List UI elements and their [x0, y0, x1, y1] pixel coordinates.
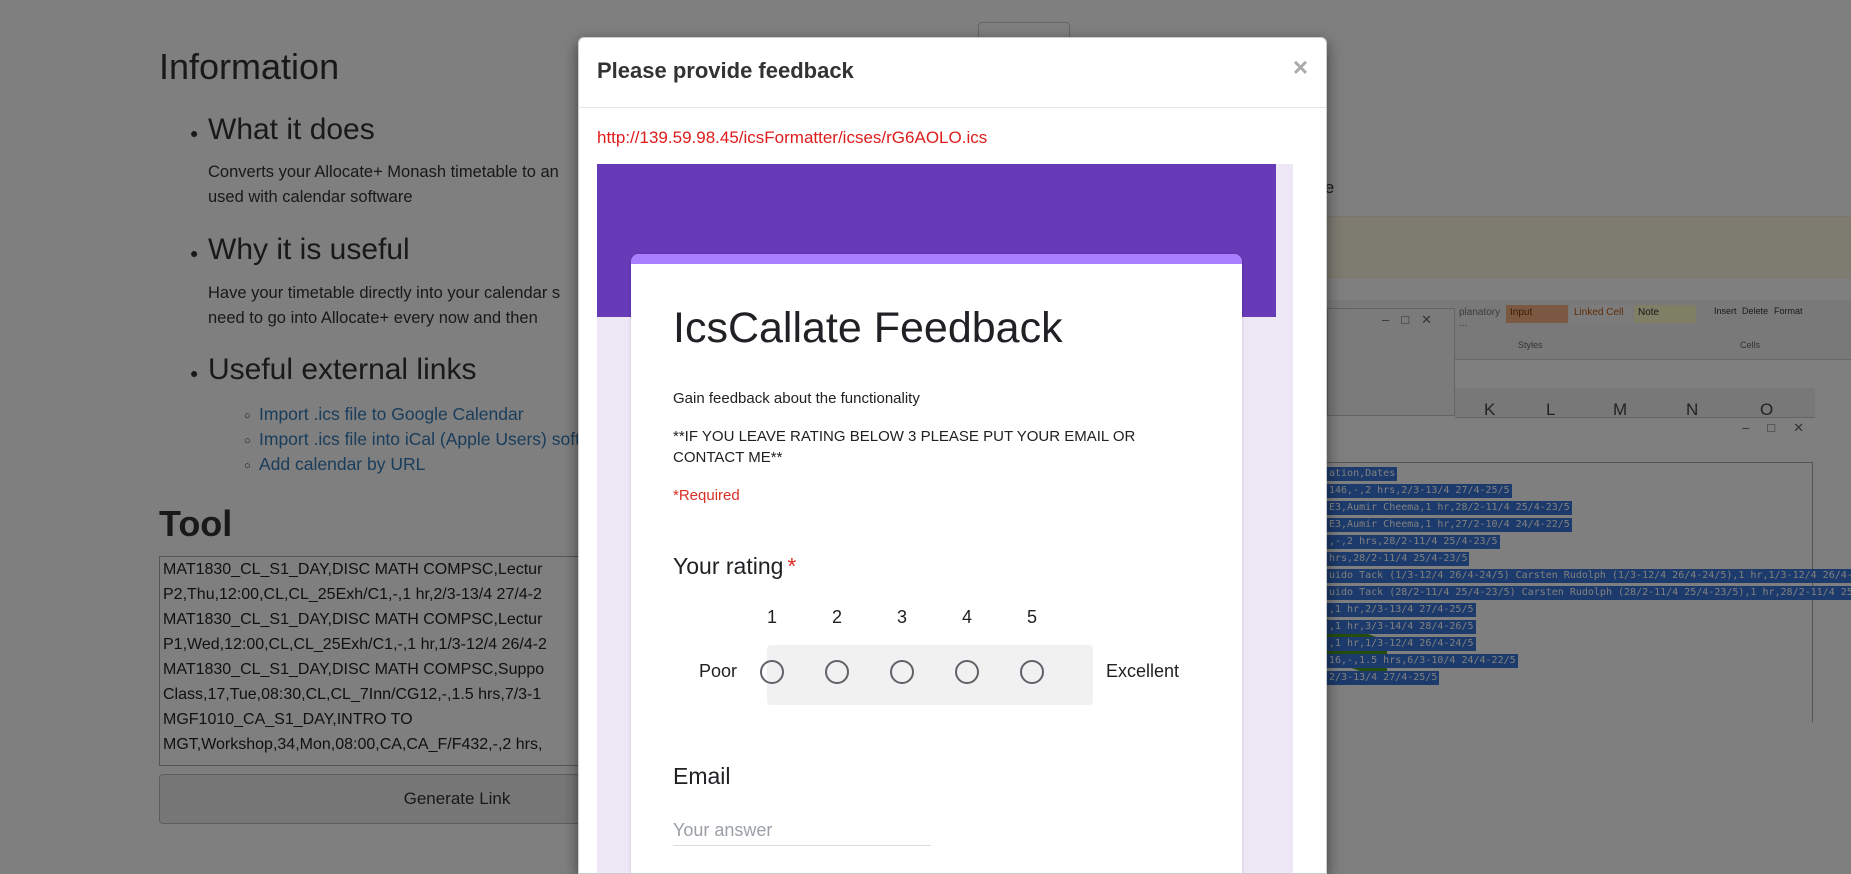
form-note: **IF YOU LEAVE RATING BELOW 3 PLEASE PUT… — [673, 428, 1136, 466]
rating-radio-4[interactable] — [955, 660, 979, 684]
form-title: IcsCallate Feedback — [673, 304, 1063, 352]
rating-scale-row — [767, 645, 1093, 705]
rating-radio-5[interactable] — [1020, 660, 1044, 684]
scale-number: 2 — [831, 607, 842, 627]
email-question: Email — [673, 763, 731, 789]
ics-link[interactable]: http://139.59.98.45/icsFormatter/icses/r… — [597, 128, 987, 148]
close-icon[interactable]: × — [1293, 52, 1308, 83]
required-label: *Required — [673, 487, 740, 504]
modal-title: Please provide feedback — [597, 58, 854, 83]
form-scrollbar[interactable] — [1276, 164, 1293, 873]
feedback-modal: Please provide feedback × http://139.59.… — [578, 37, 1327, 874]
scale-number: 3 — [896, 607, 907, 627]
embedded-google-form: IcsCallate Feedback Gain feedback about … — [597, 164, 1293, 873]
required-star: * — [787, 553, 797, 579]
rating-question-text: Your rating — [673, 553, 784, 579]
rating-radio-2[interactable] — [825, 660, 849, 684]
rating-question: Your rating * — [673, 553, 796, 580]
scale-number: 5 — [1026, 607, 1037, 627]
scale-high-label: Excellent — [1106, 661, 1180, 681]
scale-low-label: Poor — [699, 661, 738, 681]
scale-number: 4 — [961, 607, 972, 627]
card-accent-line — [631, 254, 1242, 264]
rating-radio-3[interactable] — [890, 660, 914, 684]
scale-number: 1 — [766, 607, 777, 627]
form-card: IcsCallate Feedback Gain feedback about … — [631, 254, 1242, 873]
form-description: Gain feedback about the functionality — [673, 390, 920, 407]
email-input[interactable] — [673, 816, 931, 846]
modal-header: Please provide feedback × — [579, 38, 1326, 108]
rating-radio-1[interactable] — [760, 660, 784, 684]
